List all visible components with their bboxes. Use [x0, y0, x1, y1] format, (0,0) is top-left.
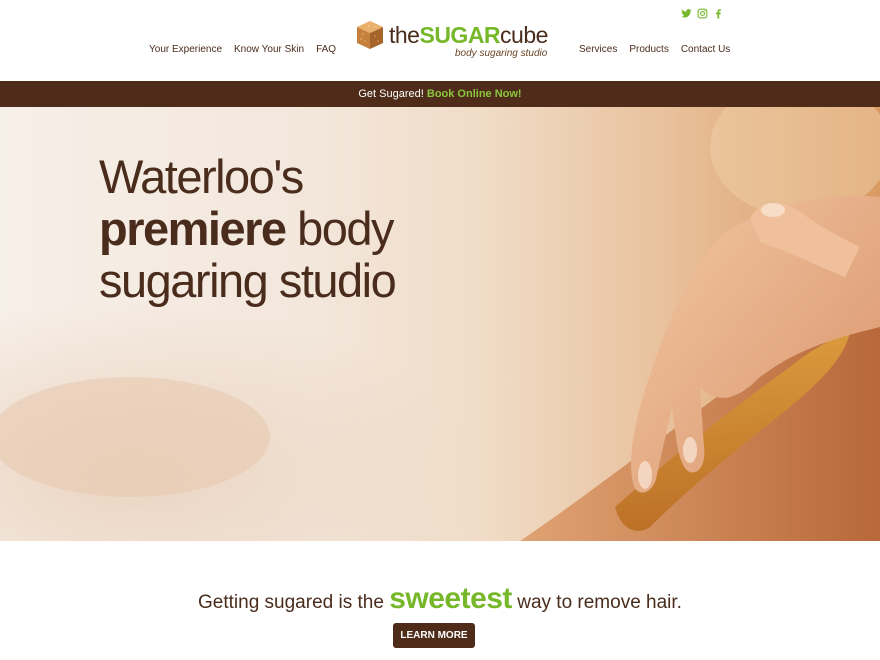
hero-line-3: sugaring studio	[99, 254, 397, 307]
twitter-icon[interactable]	[681, 8, 692, 19]
logo-the: the	[389, 22, 420, 48]
tagline-highlight: sweetest	[389, 582, 512, 615]
promo-text: Get Sugared!	[358, 88, 424, 100]
nav-contact-us[interactable]: Contact Us	[681, 44, 730, 55]
promo-bar: Get Sugared! Book Online Now!	[0, 81, 880, 107]
book-online-link[interactable]: Book Online Now!	[427, 88, 522, 100]
hero-bold-word: premiere	[99, 202, 287, 255]
hero-heading: Waterloo's premiere body sugaring studio	[99, 150, 397, 307]
logo-tagline: body sugaring studio	[455, 48, 548, 59]
nav-services[interactable]: Services	[579, 44, 617, 55]
nav-know-your-skin[interactable]: Know Your Skin	[234, 44, 304, 55]
site-logo[interactable]: theSUGARcube body sugaring studio	[354, 18, 554, 64]
primary-nav-left: Your Experience Know Your Skin FAQ	[149, 44, 336, 55]
tagline-after: way to remove hair.	[517, 592, 682, 613]
intro-tagline: Getting sugared is the sweetest way to r…	[0, 582, 880, 616]
instagram-icon[interactable]	[697, 8, 708, 19]
nav-faq[interactable]: FAQ	[316, 44, 336, 55]
learn-more-button[interactable]: LEARN MORE	[393, 623, 475, 648]
hero-line-1: Waterloo's	[99, 150, 304, 203]
site-header: Your Experience Know Your Skin FAQ theSU…	[0, 0, 880, 81]
logo-cube: cube	[500, 22, 548, 48]
logo-sugar: SUGAR	[419, 22, 501, 48]
hero-banner: Waterloo's premiere body sugaring studio	[0, 107, 880, 541]
tagline-before: Getting sugared is the	[198, 592, 384, 613]
sugar-cube-icon	[357, 21, 383, 49]
hero-line-2: body	[297, 202, 394, 255]
nav-products[interactable]: Products	[629, 44, 668, 55]
logo-wordmark: theSUGARcube	[389, 22, 548, 49]
social-links	[681, 8, 724, 19]
nav-your-experience[interactable]: Your Experience	[149, 44, 222, 55]
facebook-icon[interactable]	[713, 8, 724, 19]
primary-nav-right: Services Products Contact Us	[579, 44, 730, 55]
